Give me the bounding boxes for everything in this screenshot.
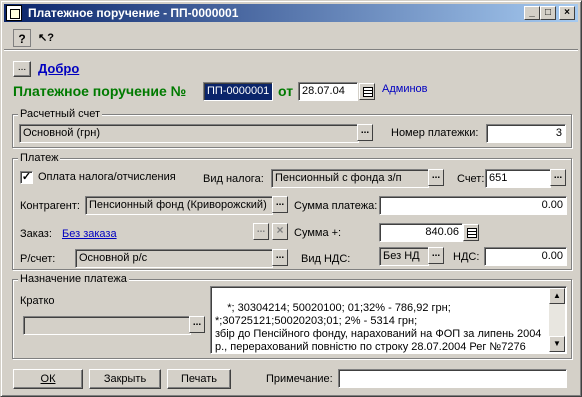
check-icon: ✓ bbox=[21, 171, 32, 183]
purpose-textarea[interactable]: *; 30304214; 50020100; 01;32% - 786,92 г… bbox=[210, 286, 567, 354]
vat-type-select-button[interactable]: ... bbox=[428, 247, 444, 264]
short-purpose-field[interactable] bbox=[23, 316, 191, 335]
amount-input[interactable]: 0.00 bbox=[379, 196, 567, 215]
amount-label: Сумма платежа: bbox=[294, 200, 378, 212]
note-input[interactable] bbox=[338, 369, 567, 388]
arrow-down-icon: ▼ bbox=[553, 339, 561, 348]
vat-type-field[interactable]: Без НД bbox=[379, 247, 429, 266]
tax-payment-checkbox[interactable]: ✓ bbox=[20, 171, 33, 184]
bank-account-select-button[interactable]: ... bbox=[357, 124, 373, 141]
tax-type-field[interactable]: Пенсионный с фонда з/п bbox=[271, 169, 429, 188]
gl-account-input[interactable]: 651 bbox=[485, 169, 551, 188]
purpose-group-title: Назначение платежа bbox=[18, 273, 129, 285]
sum-plus-label: Сумма +: bbox=[294, 227, 342, 239]
order-clear-button[interactable]: × bbox=[272, 223, 288, 240]
payment-group-title: Платеж bbox=[18, 152, 61, 164]
document-icon bbox=[6, 5, 22, 21]
maximize-button[interactable]: □ bbox=[540, 6, 556, 20]
ps-account-select-button[interactable]: ... bbox=[272, 249, 288, 266]
close-window-button[interactable]: × bbox=[559, 6, 575, 20]
scroll-down-button[interactable]: ▼ bbox=[549, 336, 565, 352]
help-icon: ? bbox=[18, 32, 26, 46]
order-label: Заказ: bbox=[20, 228, 52, 240]
tax-type-select-button[interactable]: ... bbox=[428, 169, 444, 186]
close-button[interactable]: Закрыть bbox=[89, 369, 161, 389]
status-select-button[interactable]: ... bbox=[13, 61, 31, 77]
print-button[interactable]: Печать bbox=[167, 369, 231, 389]
calendar-icon[interactable] bbox=[359, 83, 375, 100]
minimize-button[interactable]: _ bbox=[524, 6, 540, 20]
arrow-up-icon: ▲ bbox=[553, 291, 561, 300]
tax-type-label: Вид налога: bbox=[203, 173, 264, 185]
purpose-text: *; 30304214; 50020100; 01;32% - 786,92 г… bbox=[215, 302, 542, 353]
ps-account-label: Р/счет: bbox=[20, 253, 56, 265]
counterparty-field[interactable]: Пенсионный фонд (Криворожский) bbox=[85, 196, 273, 215]
bank-account-field[interactable]: Основной (грн) bbox=[19, 124, 359, 143]
vat-label: НДС: bbox=[453, 251, 480, 263]
short-purpose-select-button[interactable]: ... bbox=[189, 316, 205, 333]
status-link[interactable]: Добро bbox=[38, 61, 79, 76]
from-label: от bbox=[278, 83, 294, 99]
ps-account-field[interactable]: Основной р/с bbox=[75, 249, 273, 268]
note-label: Примечание: bbox=[266, 373, 333, 385]
counterparty-select-button[interactable]: ... bbox=[272, 196, 288, 213]
window-title: Платежное поручение - ПП-0000001 bbox=[28, 6, 239, 20]
ok-button[interactable]: ОК bbox=[13, 369, 83, 389]
counterparty-label: Контрагент: bbox=[20, 200, 80, 212]
toolbar-separator bbox=[4, 49, 578, 51]
vat-type-label: Вид НДС: bbox=[301, 253, 351, 265]
ok-label: ОК bbox=[40, 373, 56, 385]
tax-payment-label: Оплата налога/отчисления bbox=[38, 171, 176, 183]
document-number-input[interactable]: ПП-0000001 bbox=[203, 82, 273, 101]
payment-number-input[interactable]: 3 bbox=[486, 124, 566, 143]
document-date-input[interactable]: 28.07.04 bbox=[298, 82, 358, 101]
sum-plus-input[interactable]: 840.06 bbox=[379, 223, 463, 242]
author-name: Админов bbox=[382, 83, 428, 95]
purpose-scrollbar[interactable]: ▲ ▼ bbox=[549, 288, 565, 352]
calculator-icon[interactable] bbox=[463, 224, 479, 241]
order-select-button[interactable]: ... bbox=[253, 223, 269, 240]
help-button[interactable]: ? bbox=[13, 29, 31, 47]
gl-account-label: Счет: bbox=[457, 173, 485, 185]
scroll-up-button[interactable]: ▲ bbox=[549, 288, 565, 304]
account-group-title: Расчетный счет bbox=[18, 108, 103, 120]
gl-account-select-button[interactable]: ... bbox=[550, 169, 566, 186]
context-help-icon: ↖? bbox=[38, 32, 54, 44]
vat-input[interactable]: 0.00 bbox=[484, 247, 567, 266]
order-link[interactable]: Без заказа bbox=[62, 228, 117, 240]
close-label: Закрыть bbox=[103, 373, 147, 385]
short-label: Кратко bbox=[20, 295, 55, 307]
payment-number-label: Номер платежки: bbox=[391, 127, 479, 139]
document-title: Платежное поручение № bbox=[13, 83, 187, 99]
clear-icon: × bbox=[276, 223, 284, 237]
print-label: Печать bbox=[180, 373, 218, 385]
context-help-button[interactable]: ↖? bbox=[35, 29, 57, 47]
title-bar[interactable]: Платежное поручение - ПП-0000001 _ □ × bbox=[4, 4, 578, 22]
document-window: Платежное поручение - ПП-0000001 _ □ × ?… bbox=[0, 0, 582, 397]
